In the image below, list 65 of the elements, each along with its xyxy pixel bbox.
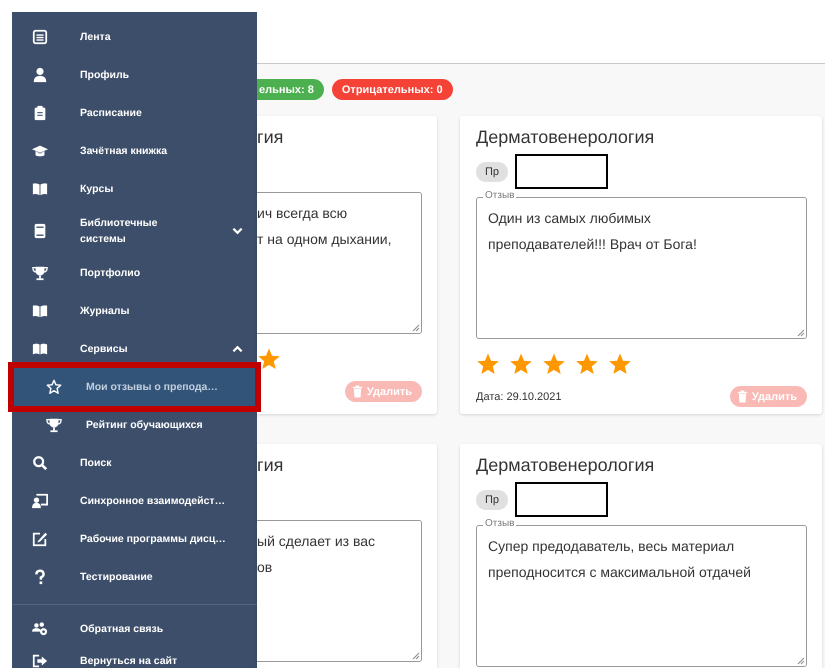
person-icon [32, 67, 48, 83]
book-icon [32, 223, 48, 239]
resize-grip-icon[interactable] [795, 327, 805, 337]
search-icon [32, 455, 48, 471]
question-icon [32, 569, 48, 585]
sidebar-subitem[interactable]: Мои отзывы о препода… [14, 368, 255, 406]
star-icon [608, 352, 632, 376]
edit-icon [32, 531, 48, 547]
sidebar-item[interactable]: Сервисы [12, 330, 257, 368]
sidebar-item[interactable]: Рабочие программы дисц… [12, 520, 257, 558]
graduation-cap-icon [32, 143, 48, 159]
book-icon [32, 181, 48, 197]
resize-grip-icon[interactable] [410, 322, 420, 332]
book-icon [32, 303, 48, 319]
date-text: Дата: 29.10.2021 [476, 390, 562, 402]
sidebar-item[interactable]: Вернуться на сайт [12, 645, 257, 668]
sidebar-item[interactable]: Синхронное взаимодейст… [12, 482, 257, 520]
presentation-icon [32, 493, 48, 509]
sidebar-item[interactable]: Зачётная книжка [12, 132, 257, 170]
review-field[interactable]: ый сделает из вас ов [257, 520, 422, 662]
sidebar-item[interactable]: Поиск [12, 444, 257, 482]
review-field[interactable]: ич всегда всю т на одном дыхании, [257, 192, 422, 334]
sidebar-subitem[interactable]: Рейтинг обучающихся [12, 406, 257, 444]
trash-icon [736, 390, 748, 403]
course-title: Дерматовенерология [476, 454, 656, 476]
review-text: Супер предодаватель, весь материал преподносится с максимальной отдачей [488, 537, 752, 582]
sidebar-item[interactable]: Портфолио [12, 254, 257, 292]
tag-chip: Пр [476, 490, 508, 510]
exit-icon [32, 653, 48, 668]
review-field[interactable]: Супер предодаватель, весь материал преподносится с максимальной отдачей [476, 525, 807, 667]
star-icon [542, 352, 566, 376]
star-icon [509, 352, 533, 376]
sidebar-item[interactable]: Обратная связь [12, 613, 257, 645]
count-badge: Отрицательных: 0 [332, 79, 453, 100]
review-field[interactable]: Один из самых любимых преподавателей!!! Врач от Бога! [476, 197, 807, 339]
book-icon [32, 341, 48, 357]
sidebar-item[interactable]: Расписание [12, 94, 257, 132]
count-badge: ельных: 8 [257, 79, 324, 100]
sidebar-item[interactable]: Журналы [12, 292, 257, 330]
sidebar-item[interactable]: Профиль [12, 56, 257, 94]
sidebar-item[interactable]: Библиотечные системы [12, 208, 257, 254]
chevron-down-icon[interactable] [232, 227, 243, 235]
review-text: ый сделает из вас ов [257, 532, 376, 577]
resize-grip-icon[interactable] [410, 650, 420, 660]
people-icon [32, 621, 48, 637]
tag-chip: Пр [476, 162, 508, 182]
trophy-icon [32, 265, 48, 281]
star-icon [575, 352, 599, 376]
clipboard-icon [32, 105, 48, 121]
review-text: ич всегда всю т на одном дыхании, [257, 204, 393, 249]
star-icon [46, 379, 62, 395]
trash-icon [352, 385, 363, 398]
list-icon [32, 29, 48, 45]
sidebar-item[interactable]: Тестирование [12, 558, 257, 596]
chevron-up-icon[interactable] [232, 345, 243, 353]
course-title: гия [257, 454, 284, 476]
course-title: Дерматовенерология [476, 126, 656, 148]
sidebar-item[interactable]: Курсы [12, 170, 257, 208]
sidebar-item[interactable]: Лента [12, 18, 257, 56]
star-icon [476, 352, 500, 376]
resize-grip-icon[interactable] [795, 655, 805, 665]
review-text: Один из самых любимых преподавателей!!! Врач от Бога! [488, 209, 698, 254]
course-title: гия [257, 126, 284, 148]
star-icon [257, 347, 281, 371]
trophy-icon [46, 417, 62, 433]
